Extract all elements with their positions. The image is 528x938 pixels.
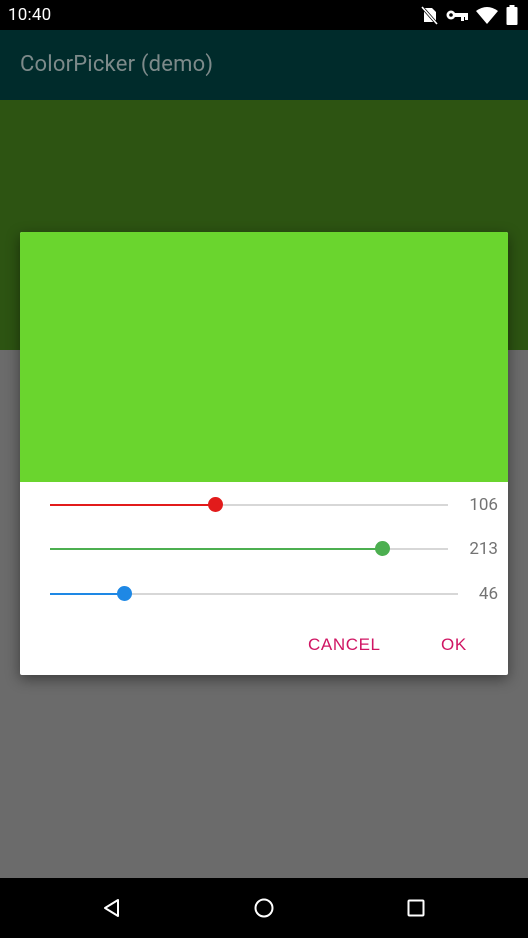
red-slider-thumb[interactable] bbox=[207, 497, 223, 512]
blue-slider-fill bbox=[50, 593, 124, 595]
red-value: 106 bbox=[469, 495, 498, 515]
battery-icon bbox=[506, 5, 518, 25]
ok-button[interactable]: OK bbox=[441, 635, 467, 655]
blue-slider-thumb[interactable] bbox=[116, 586, 132, 601]
green-slider-fill bbox=[50, 548, 382, 550]
green-slider-thumb[interactable] bbox=[374, 541, 390, 556]
no-sim-icon bbox=[420, 5, 438, 25]
green-value: 213 bbox=[469, 539, 498, 559]
green-slider-row: 213 bbox=[20, 529, 508, 569]
cancel-button[interactable]: CANCEL bbox=[308, 635, 381, 655]
blue-value: 46 bbox=[478, 584, 498, 604]
app-title: ColorPicker (demo) bbox=[20, 52, 214, 77]
status-icons bbox=[420, 5, 518, 25]
back-icon[interactable] bbox=[100, 896, 124, 920]
red-slider-fill bbox=[50, 504, 215, 506]
red-slider-row: 106 bbox=[20, 485, 508, 525]
app-bar: ColorPicker (demo) bbox=[0, 30, 528, 100]
navigation-bar bbox=[0, 878, 528, 938]
wifi-icon bbox=[476, 6, 498, 24]
home-icon[interactable] bbox=[252, 896, 276, 920]
status-bar: 10:40 bbox=[0, 0, 528, 30]
status-time: 10:40 bbox=[8, 5, 52, 25]
color-picker-dialog: 106 213 46 CANCEL OK bbox=[20, 232, 508, 675]
blue-slider-row: 46 bbox=[20, 574, 508, 614]
recents-icon[interactable] bbox=[404, 896, 428, 920]
color-preview bbox=[20, 232, 508, 482]
vpn-key-icon bbox=[446, 8, 468, 22]
